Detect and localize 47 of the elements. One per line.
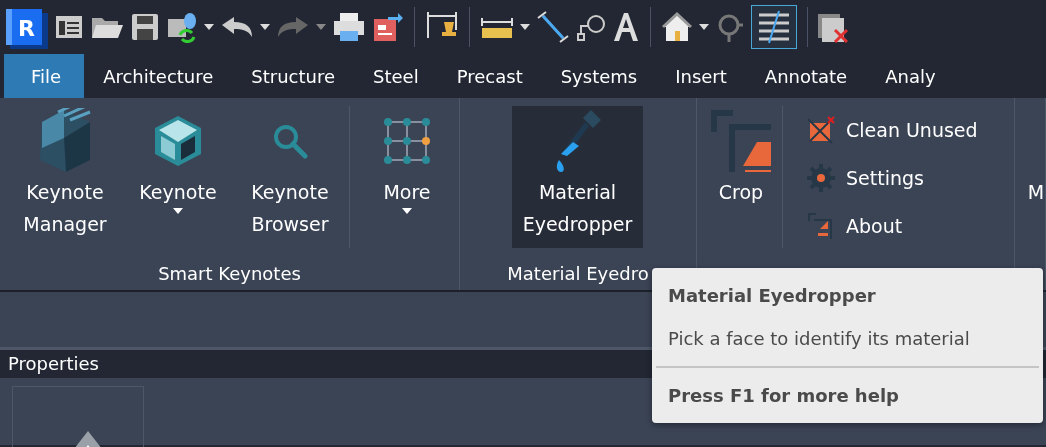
ribbon-button[interactable]: Keynote <box>120 106 236 248</box>
ribbon-button[interactable]: About <box>802 202 982 250</box>
caret-icon[interactable] <box>204 24 214 30</box>
search-icon <box>272 123 308 159</box>
ribbon-button[interactable]: Clean Unused <box>802 106 982 154</box>
ribbon-tab[interactable]: File <box>4 54 85 98</box>
ribbon-tab[interactable]: Systems <box>541 54 657 98</box>
caret-icon[interactable] <box>402 208 412 214</box>
aligned-dimension-icon[interactable] <box>536 10 570 44</box>
house-icon[interactable] <box>661 11 693 43</box>
ribbon-button[interactable]: Material Eyedropper <box>512 106 643 248</box>
ribbon-tab[interactable]: Structure <box>232 54 355 98</box>
ribbon-tab[interactable]: Architecture <box>84 54 233 98</box>
tooltip-description: Pick a face to identify its material <box>668 327 971 351</box>
ribbon-button[interactable]: Settings <box>802 154 982 202</box>
text-icon[interactable] <box>612 11 640 43</box>
ribbon-button[interactable]: Keynote Browser <box>236 106 344 248</box>
undo-icon[interactable] <box>220 15 254 39</box>
grid-icon <box>384 118 430 164</box>
document-export-icon[interactable] <box>372 11 404 43</box>
help-hint: Press F1 for more help <box>656 366 1039 413</box>
settings-icon <box>806 163 836 193</box>
ribbon-tab[interactable]: Precast <box>437 54 542 98</box>
tag-icon[interactable] <box>576 12 606 42</box>
caret-icon[interactable] <box>173 208 183 214</box>
crop-icon <box>709 108 773 174</box>
ribbon-tab[interactable]: Annotate <box>745 54 867 98</box>
caret-icon[interactable] <box>520 24 530 30</box>
cube-icon <box>153 114 203 168</box>
ribbon-button[interactable]: M <box>1027 106 1045 248</box>
caret-icon[interactable] <box>260 24 270 30</box>
ribbon-tab[interactable]: Insert <box>656 54 746 98</box>
sync-icon[interactable] <box>166 11 198 43</box>
redo-icon <box>276 15 310 39</box>
thin-lines-button[interactable] <box>751 5 797 49</box>
ribbon-button[interactable]: More <box>355 106 459 248</box>
panel-title: Material Eyedro <box>506 262 650 286</box>
caret-icon[interactable] <box>699 24 709 30</box>
clean-icon <box>806 115 836 145</box>
save-icon[interactable] <box>130 12 160 42</box>
tooltip-title: Material Eyedropper <box>668 284 877 308</box>
printer-icon[interactable] <box>332 11 366 43</box>
ribbon-tab[interactable]: Steel <box>354 54 438 98</box>
ribbon-tab[interactable]: Analy <box>866 54 955 98</box>
ribbon-button[interactable]: Crop <box>705 106 777 248</box>
ribbon-button[interactable]: Keynote Manager <box>10 106 120 248</box>
panel-title: Smart Keynotes <box>157 262 302 286</box>
